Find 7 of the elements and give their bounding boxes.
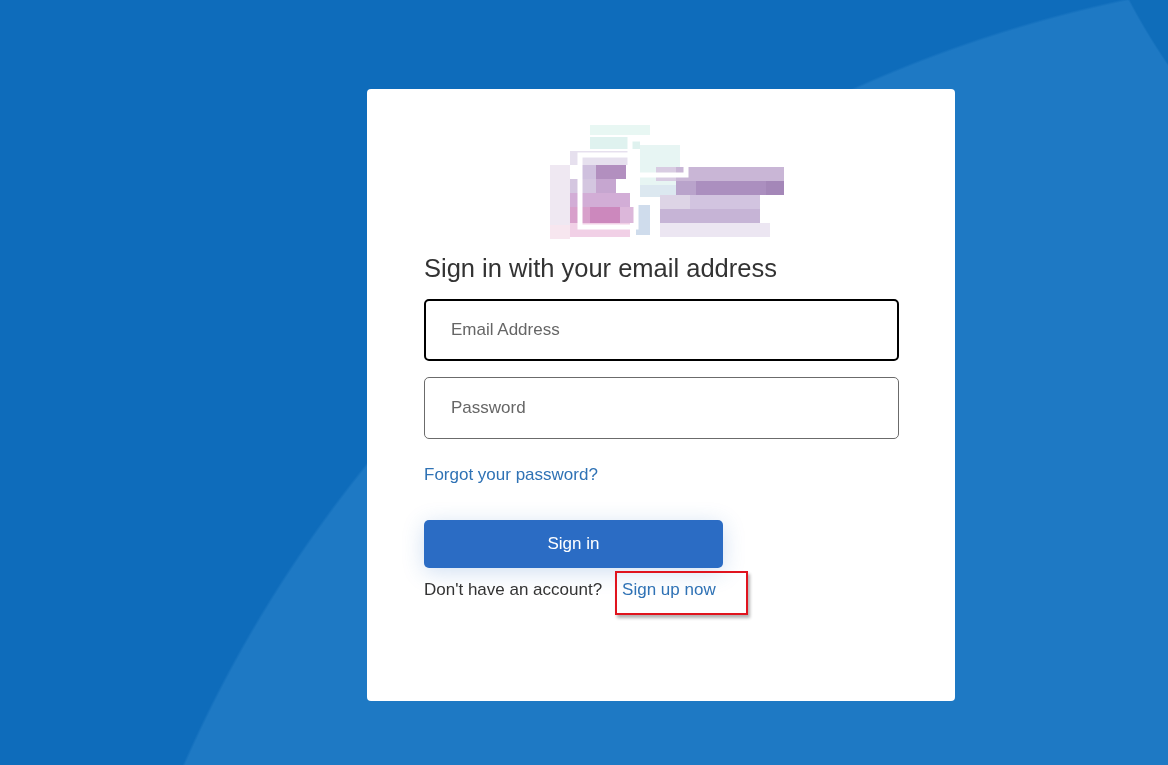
- sign-in-heading: Sign in with your email address: [424, 253, 778, 283]
- forgot-password-link[interactable]: Forgot your password?: [424, 462, 598, 488]
- password-field[interactable]: Password: [424, 377, 899, 439]
- sign-in-button[interactable]: Sign in: [424, 519, 723, 568]
- sign-up-link[interactable]: Sign up now: [622, 579, 716, 599]
- email-field[interactable]: Email Address: [424, 299, 899, 361]
- no-account-text: Don't have an account?: [424, 578, 603, 601]
